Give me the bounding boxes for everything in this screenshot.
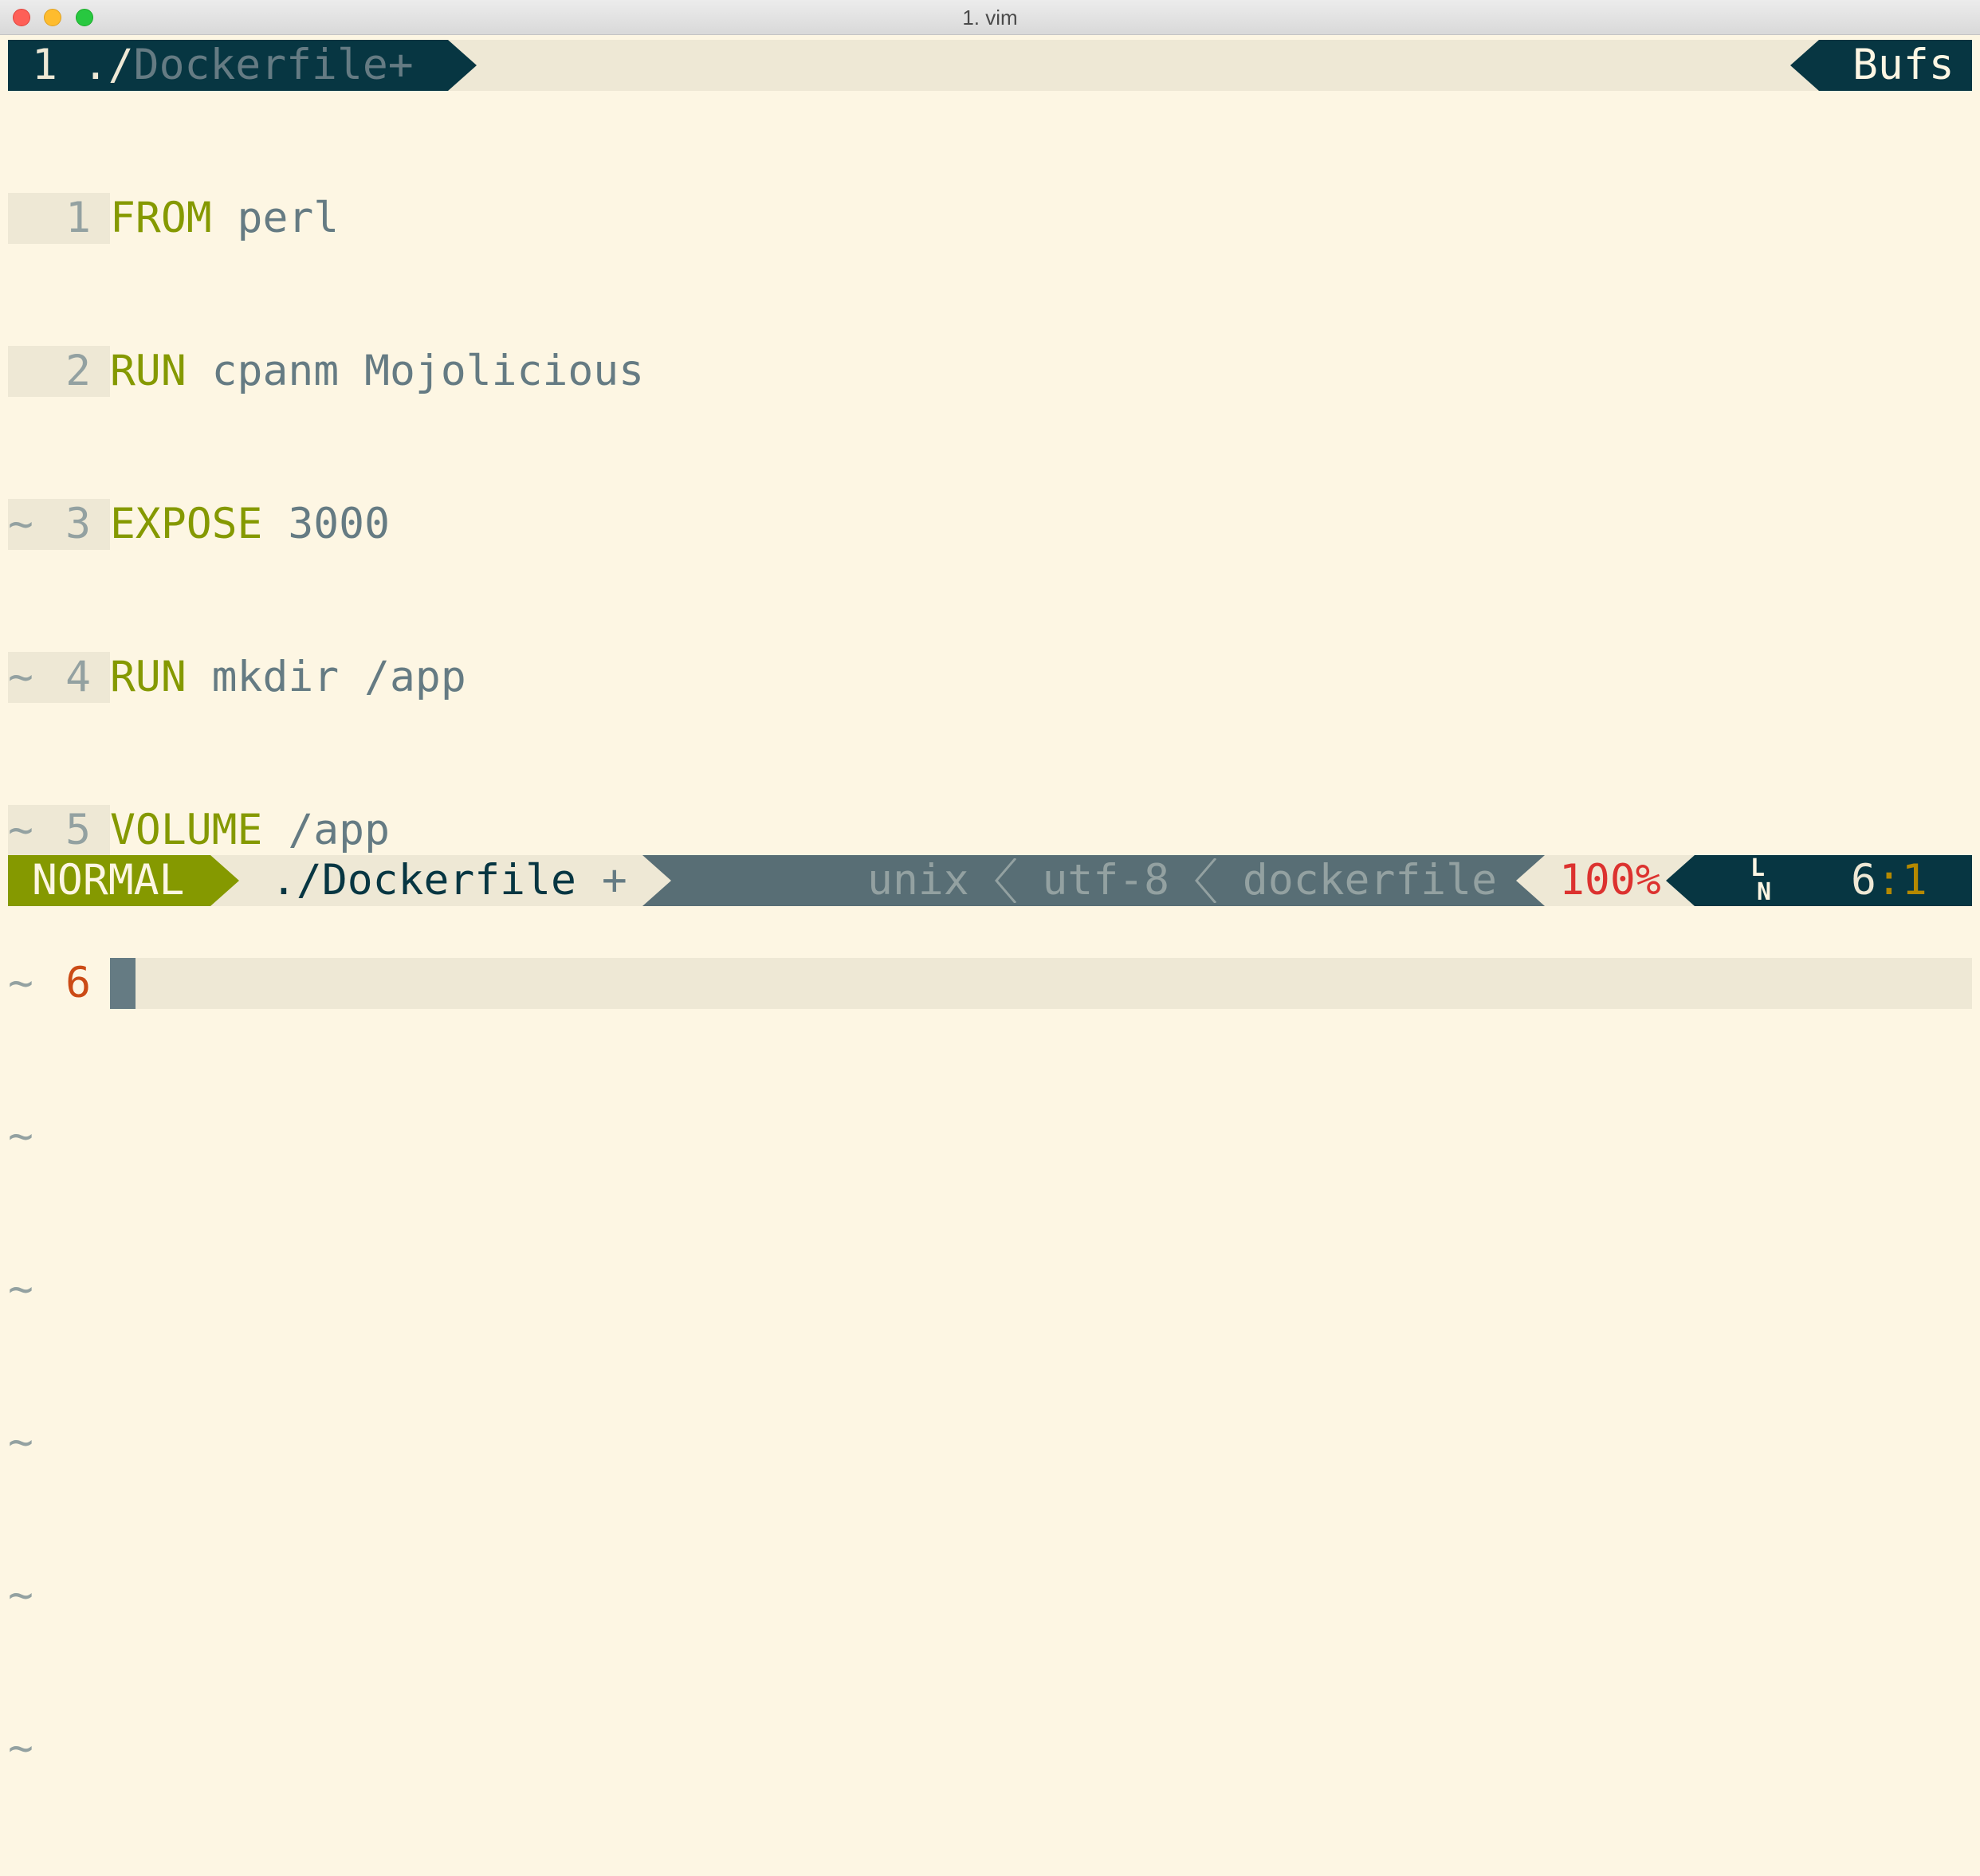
code-line[interactable]: 2 RUN cpanm Mojolicious	[8, 346, 1972, 397]
file-info: unix utf-8 dockerfile	[671, 855, 1516, 906]
cursor-column: :1	[1876, 856, 1927, 905]
dockerfile-keyword: RUN	[110, 653, 187, 701]
line-text: RUN mkdir /app	[110, 652, 466, 703]
code-line[interactable]: 3 EXPOSE 3000	[8, 499, 1972, 550]
mode-separator-arrow	[210, 855, 239, 906]
empty-line-marker: ~	[8, 1571, 33, 1619]
window-title: 1. vim	[962, 6, 1018, 29]
statusline-file-name: ./Dockerfile	[271, 856, 576, 905]
empty-line-marker: ~	[8, 806, 33, 854]
dockerfile-argument: perl	[211, 194, 340, 242]
code-line-current[interactable]: 6	[8, 958, 1972, 1009]
dockerfile-keyword: FROM	[110, 194, 212, 242]
dockerfile-argument: 3000	[262, 500, 390, 548]
filetype-label: dockerfile	[1242, 856, 1497, 905]
line-text: EXPOSE 3000	[110, 499, 390, 550]
dockerfile-keyword: VOLUME	[110, 806, 263, 854]
vim-tabline: 1 ./Dockerfile+ Bufs	[8, 40, 1972, 91]
percent-separator-arrow	[1516, 855, 1545, 906]
empty-line-marker: ~	[8, 653, 33, 701]
thin-separator-icon	[994, 855, 1017, 906]
dockerfile-keyword: EXPOSE	[110, 500, 263, 548]
block-cursor	[110, 958, 136, 1009]
tab-file-name: Dockerfile+	[133, 41, 414, 89]
cursor-line: 6	[1851, 856, 1876, 905]
mode-indicator: NORMAL	[8, 855, 210, 906]
buffers-indicator: Bufs	[1819, 40, 1972, 91]
cursor-position-text: 6:1	[1851, 855, 1927, 906]
dockerfile-argument: mkdir /app	[186, 653, 466, 701]
empty-line-marker: ~	[8, 1724, 33, 1772]
vim-statusline: NORMAL ./Dockerfile + unix utf-8 dockerf…	[8, 855, 1972, 906]
line-text: RUN cpanm Mojolicious	[110, 346, 644, 397]
tab-separator-arrow	[448, 40, 477, 91]
empty-line-marker: ~	[8, 1418, 33, 1466]
line-text: VOLUME /app	[110, 805, 390, 856]
empty-line-marker: ~	[8, 500, 33, 548]
title-bar[interactable]: 1. vim	[0, 0, 1980, 35]
line-number: 2	[8, 346, 110, 397]
code-line[interactable]: 4 RUN mkdir /app	[8, 652, 1972, 703]
statusline-file: ./Dockerfile +	[210, 855, 642, 906]
line-number: 1	[8, 193, 110, 244]
command-line[interactable]	[8, 906, 1972, 957]
tab-number: 1	[32, 41, 57, 89]
editor-area[interactable]: 1 FROM perl 2 RUN cpanm Mojolicious 3 EX…	[8, 91, 1972, 1111]
position-separator-arrow	[1666, 855, 1695, 906]
code-line[interactable]: 5 VOLUME /app	[8, 805, 1972, 856]
modified-flag: +	[601, 856, 627, 905]
line-number-icon: LN	[1750, 857, 1771, 905]
fileformat-label: unix	[867, 856, 969, 905]
thin-separator-icon	[1195, 855, 1217, 906]
line-icon-letter-n: N	[1757, 878, 1772, 906]
dockerfile-argument: /app	[262, 806, 390, 854]
line-text: FROM perl	[110, 193, 339, 244]
buffer-tab-active[interactable]: 1 ./Dockerfile+	[8, 40, 448, 91]
file-separator-arrow	[642, 855, 671, 906]
dockerfile-argument: cpanm Mojolicious	[186, 347, 645, 395]
encoding-label: utf-8	[1042, 856, 1170, 905]
terminal-window: 1. vim 1 ./Dockerfile+ Bufs 1 FROM perl …	[0, 0, 1980, 1772]
dockerfile-keyword: RUN	[110, 347, 187, 395]
code-line[interactable]: 1 FROM perl	[8, 193, 1972, 244]
bufs-separator-arrow	[1790, 40, 1819, 91]
cursor-position: LN 6:1	[1695, 855, 1972, 906]
tab-path-prefix: ./	[82, 41, 134, 89]
